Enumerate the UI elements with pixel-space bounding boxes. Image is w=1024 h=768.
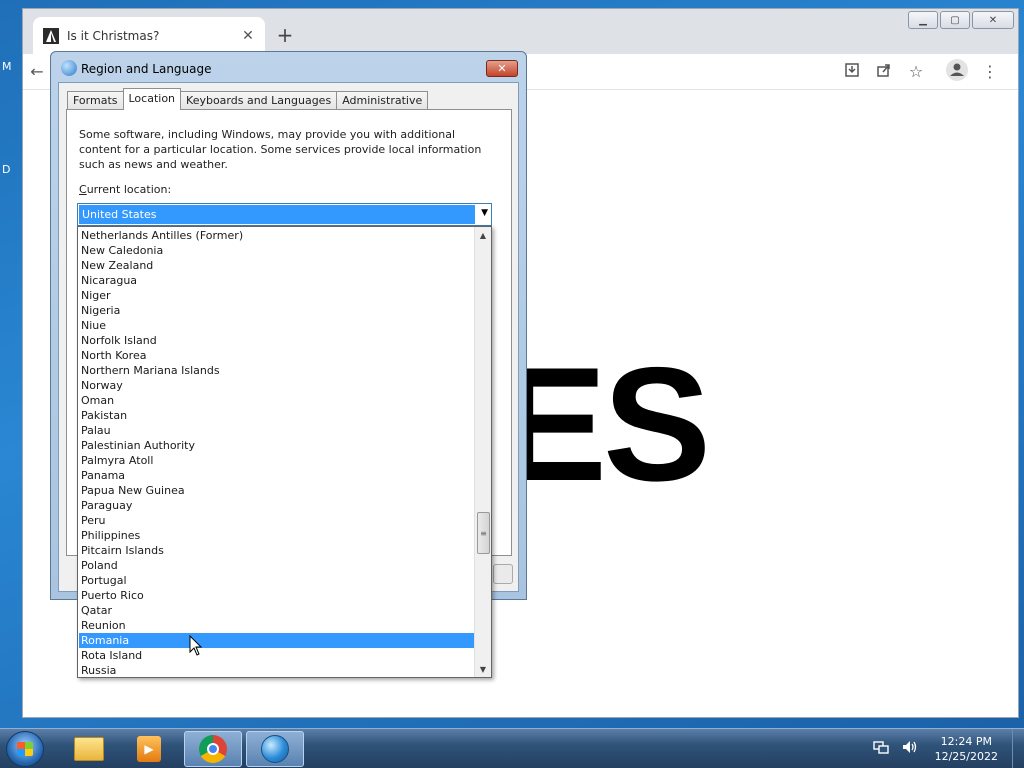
folder-icon <box>74 737 104 761</box>
dropdown-items: Netherlands Antilles (Former) New Caledon… <box>79 228 475 677</box>
dialog-button[interactable] <box>493 564 513 584</box>
dropdown-item[interactable]: Panama <box>79 468 475 483</box>
dropdown-item[interactable]: Netherlands Antilles (Former) <box>79 228 475 243</box>
dropdown-item[interactable]: North Korea <box>79 348 475 363</box>
dropdown-item[interactable]: Pakistan <box>79 408 475 423</box>
dropdown-item[interactable]: Norway <box>79 378 475 393</box>
taskbar-media-player[interactable]: ▶ <box>120 731 178 767</box>
dropdown-item[interactable]: Rota Island <box>79 648 475 663</box>
dialog-tabs: Formats Location Keyboards and Languages… <box>67 88 429 110</box>
dropdown-item[interactable]: Palestinian Authority <box>79 438 475 453</box>
dropdown-item[interactable]: Qatar <box>79 603 475 618</box>
taskbar-region-language[interactable] <box>246 731 304 767</box>
tab-administrative[interactable]: Administrative <box>336 91 429 110</box>
taskbar-chrome[interactable] <box>184 731 242 767</box>
install-app-icon[interactable] <box>842 62 862 82</box>
dropdown-item[interactable]: Nicaragua <box>79 273 475 288</box>
menu-kebab-icon[interactable]: ⋮ <box>980 62 1000 81</box>
current-location-combo[interactable]: United States ▼ <box>77 203 492 226</box>
favicon-icon <box>43 27 59 44</box>
desktop-icon-label: D <box>2 163 11 176</box>
dialog-close-button[interactable]: ✕ <box>486 60 518 77</box>
volume-icon[interactable] <box>901 739 919 759</box>
mouse-cursor-icon <box>189 635 203 656</box>
clock-date: 12/25/2022 <box>934 750 998 763</box>
bookmark-star-icon[interactable]: ☆ <box>906 62 926 81</box>
taskbar: ▶ 12:24 PM 12/25/2022 <box>0 728 1024 768</box>
dropdown-item[interactable]: Palau <box>79 423 475 438</box>
browser-tab[interactable]: Is it Christmas? ✕ <box>33 17 265 54</box>
dropdown-item[interactable]: Portugal <box>79 573 475 588</box>
tab-title: Is it Christmas? <box>67 28 160 43</box>
chrome-icon <box>199 735 227 763</box>
dropdown-item[interactable]: Norfolk Island <box>79 333 475 348</box>
scroll-up-icon[interactable]: ▲ <box>475 227 491 243</box>
dropdown-scrollbar[interactable]: ▲ ≡ ▼ <box>474 227 491 677</box>
network-icon[interactable] <box>872 739 889 759</box>
dropdown-item[interactable]: Papua New Guinea <box>79 483 475 498</box>
taskbar-explorer[interactable] <box>60 731 118 767</box>
tab-strip: Is it Christmas? ✕ + ▁ ▢ ✕ <box>23 9 1018 54</box>
windows-logo-icon <box>17 742 33 756</box>
dropdown-item[interactable]: Nigeria <box>79 303 475 318</box>
dialog-titlebar[interactable]: Region and Language ✕ <box>51 52 526 82</box>
dropdown-item[interactable]: Niger <box>79 288 475 303</box>
scroll-down-icon[interactable]: ▼ <box>475 661 491 677</box>
globe-icon <box>61 60 77 76</box>
dropdown-arrow-icon[interactable]: ▼ <box>481 208 488 218</box>
combo-selected-value: United States <box>79 205 475 224</box>
dropdown-item[interactable]: Reunion <box>79 618 475 633</box>
scroll-thumb[interactable]: ≡ <box>477 512 490 554</box>
dropdown-item[interactable]: Palmyra Atoll <box>79 453 475 468</box>
dropdown-item[interactable]: Paraguay <box>79 498 475 513</box>
dropdown-item[interactable]: New Zealand <box>79 258 475 273</box>
current-location-label: Current location: <box>79 183 172 196</box>
dropdown-item[interactable]: Philippines <box>79 528 475 543</box>
dropdown-item[interactable]: Poland <box>79 558 475 573</box>
dialog-title: Region and Language <box>81 62 212 76</box>
start-button[interactable] <box>6 731 44 767</box>
page-headline: ES <box>499 334 711 515</box>
back-arrow-icon[interactable]: ← <box>27 62 47 81</box>
tab-close-icon[interactable]: ✕ <box>237 28 259 44</box>
window-controls: ▁ ▢ ✕ <box>908 11 1014 29</box>
dropdown-item[interactable]: Niue <box>79 318 475 333</box>
share-icon[interactable] <box>874 62 894 82</box>
dropdown-item[interactable]: Romania <box>79 633 475 648</box>
dropdown-item[interactable]: Puerto Rico <box>79 588 475 603</box>
profile-avatar-icon[interactable] <box>946 59 968 85</box>
clock-time: 12:24 PM <box>940 735 992 748</box>
desktop-icon-label: M <box>2 60 12 73</box>
tab-location[interactable]: Location <box>122 88 182 110</box>
new-tab-button[interactable]: + <box>273 23 297 47</box>
dropdown-item[interactable]: Pitcairn Islands <box>79 543 475 558</box>
tab-formats[interactable]: Formats <box>67 91 124 110</box>
tab-keyboards-languages[interactable]: Keyboards and Languages <box>180 91 338 110</box>
globe-clock-icon <box>261 735 289 763</box>
dropdown-item[interactable]: Northern Mariana Islands <box>79 363 475 378</box>
location-dropdown-list[interactable]: Netherlands Antilles (Former) New Caledon… <box>77 226 492 678</box>
dropdown-item[interactable]: Oman <box>79 393 475 408</box>
media-player-icon: ▶ <box>137 736 161 762</box>
minimize-button[interactable]: ▁ <box>908 11 938 29</box>
system-clock[interactable]: 12:24 PM 12/25/2022 <box>935 734 998 764</box>
show-desktop-button[interactable] <box>1012 729 1024 768</box>
location-description: Some software, including Windows, may pr… <box>79 128 482 171</box>
maximize-button[interactable]: ▢ <box>940 11 970 29</box>
close-window-button[interactable]: ✕ <box>972 11 1014 29</box>
dropdown-item[interactable]: Peru <box>79 513 475 528</box>
dropdown-item[interactable]: Russia <box>79 663 475 677</box>
dropdown-item[interactable]: New Caledonia <box>79 243 475 258</box>
system-tray: 12:24 PM 12/25/2022 <box>867 729 1024 768</box>
